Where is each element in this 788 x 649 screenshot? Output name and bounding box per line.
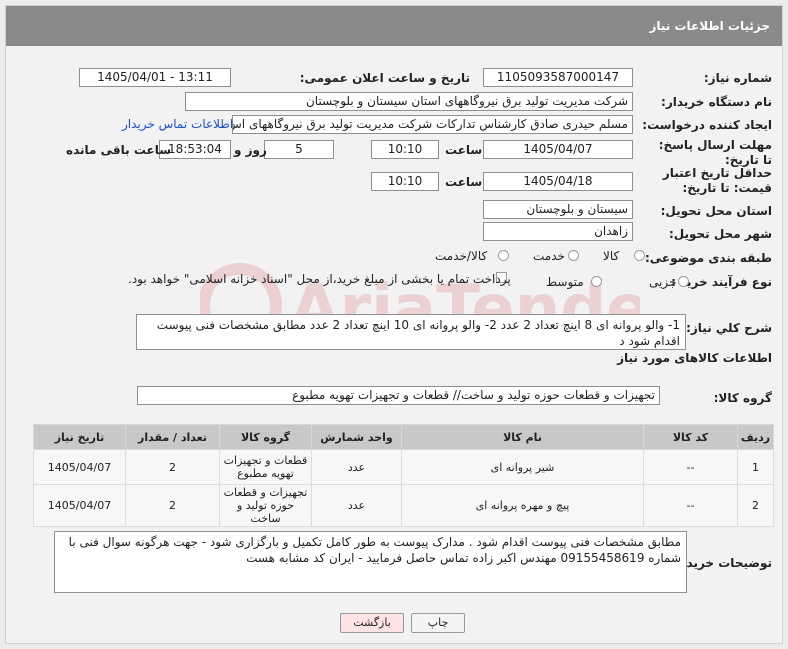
validity-time-label: ساعت (445, 175, 483, 189)
cell-group: قطعات و تجهیزات تهویه مطبوع (219, 449, 312, 485)
col-item-name: نام کالا (401, 424, 644, 450)
cell-item-name: شیر پروانه ای (401, 449, 644, 485)
province-field[interactable]: سیستان و بلوچستان (483, 200, 633, 219)
treasury-payment-note: پرداخت تمام یا بخشی از مبلغ خرید،از محل … (128, 272, 511, 286)
col-unit: واحد شمارش (311, 424, 402, 450)
category-service-label: خدمت (533, 249, 565, 263)
buyer-notes-field[interactable]: مطابق مشخصات فنی پیوست اقدام شود . مدارک… (54, 531, 687, 593)
goods-group-field[interactable]: تجهیزات و قطعات حوزه تولید و ساخت// قطعا… (137, 386, 660, 405)
cell-quantity: 2 (125, 449, 220, 485)
city-field[interactable]: زاهدان (483, 222, 633, 241)
send-days-field[interactable]: 5 (264, 140, 334, 159)
category-goods-label: کالا (603, 249, 620, 263)
send-deadline-label: مهلت ارسال پاسخ: تا تاریخ: (658, 138, 772, 167)
col-row-number: ردیف (737, 424, 774, 450)
requester-label: ایجاد کننده درخواست: (642, 118, 772, 132)
back-button[interactable]: بازگشت (340, 613, 404, 633)
requester-field[interactable]: مسلم حیدری صادق کارشناس تدارکات شرکت مدی… (232, 115, 633, 134)
col-quantity: تعداد / مقدار (125, 424, 220, 450)
items-table: ردیف کد کالا نام کالا واحد شمارش گروه کا… (33, 424, 774, 527)
cell-row-number: 2 (737, 484, 774, 527)
buyer-contact-link[interactable]: اطلاعات تماس خریدار (122, 117, 233, 131)
print-button[interactable]: چاپ (411, 613, 465, 633)
cell-need-date: 1405/04/07 (33, 449, 126, 485)
send-time-field[interactable]: 10:10 (371, 140, 439, 159)
purchase-medium-radio[interactable] (591, 276, 602, 287)
cell-item-code: -- (643, 484, 738, 527)
delivery-city-label: شهر محل تحویل: (668, 227, 772, 241)
announce-datetime-field[interactable]: 1405/04/01 - 13:11 (79, 68, 231, 87)
cell-unit: عدد (311, 449, 402, 485)
page-title: جزئیات اطلاعات نیاز (6, 6, 782, 46)
cell-item-name: پیچ و مهره پروانه ای (401, 484, 644, 527)
col-group: گروه کالا (219, 424, 312, 450)
min-validity-label: حداقل تاریخ اعتبار قیمت: تا تاریخ: (662, 166, 772, 195)
delivery-province-label: استان محل تحویل: (660, 204, 772, 218)
items-info-heading: اطلاعات کالاهای مورد نیاز (617, 351, 772, 365)
cell-quantity: 2 (125, 484, 220, 527)
category-goods-service-label: کالا/خدمت (435, 249, 488, 263)
cell-need-date: 1405/04/07 (33, 484, 126, 527)
col-need-date: تاریخ نیاز (33, 424, 126, 450)
need-number-label: شماره نیاز: (703, 71, 772, 85)
announce-datetime-label: تاریخ و ساعت اعلان عمومی: (299, 71, 470, 85)
general-desc-field[interactable]: 1- والو پروانه ای 8 اینچ تعداد 2 عدد 2- … (136, 314, 686, 350)
table-header-row: ردیف کد کالا نام کالا واحد شمارش گروه کا… (33, 424, 774, 450)
category-label: طبقه بندی موضوعی: (644, 251, 772, 265)
cell-group: تجهیزات و قطعات حوزه تولید و ساخت (219, 484, 312, 527)
validity-date-field[interactable]: 1405/04/18 (483, 172, 633, 191)
validity-time-field[interactable]: 10:10 (371, 172, 439, 191)
purchase-minor-radio[interactable] (678, 276, 689, 287)
goods-group-label: گروه کالا: (713, 391, 772, 405)
send-date-field[interactable]: 1405/04/07 (483, 140, 633, 159)
category-service-radio[interactable] (568, 250, 579, 261)
purchase-medium-label: متوسط (546, 275, 584, 289)
table-row[interactable]: 1 -- شیر پروانه ای عدد قطعات و تجهیزات ت… (33, 449, 774, 485)
cell-unit: عدد (311, 484, 402, 527)
purchase-minor-label: جزیی (649, 275, 677, 289)
cell-item-code: -- (643, 449, 738, 485)
col-item-code: کد کالا (643, 424, 738, 450)
day-and-label: روز و (234, 143, 267, 157)
remaining-label: ساعت باقی مانده (66, 143, 172, 157)
category-goods-radio[interactable] (634, 250, 645, 261)
send-time-label: ساعت (445, 143, 483, 157)
buyer-org-field[interactable]: شرکت مدیریت تولید برق نیروگاههای استان س… (185, 92, 633, 111)
category-goods-service-radio[interactable] (498, 250, 509, 261)
need-number-field[interactable]: 1105093587000147 (483, 68, 633, 87)
table-row[interactable]: 2 -- پیچ و مهره پروانه ای عدد تجهیزات و … (33, 484, 774, 527)
cell-row-number: 1 (737, 449, 774, 485)
buyer-org-label: نام دستگاه خریدار: (661, 95, 772, 109)
general-desc-label: شرح کلي نياز: (686, 321, 772, 335)
